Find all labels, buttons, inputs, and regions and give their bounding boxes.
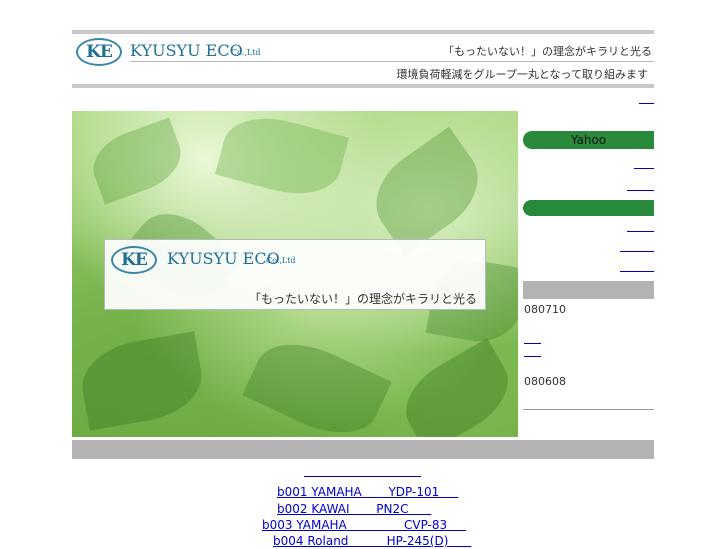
leaf-shape (75, 331, 209, 431)
product-list-header-link[interactable] (304, 476, 421, 477)
product-gap[interactable] (448, 534, 471, 548)
product-maker[interactable]: YAMAHA (311, 485, 361, 499)
news-link-1[interactable] (524, 343, 541, 344)
news-date-1: 080710 (524, 303, 566, 316)
product-link-row[interactable]: b002 KAWAI PN2C (277, 498, 441, 516)
header-bottom-rule (72, 84, 654, 88)
hero-company-suffix: Co.,Ltd (266, 256, 296, 265)
news-link-2[interactable] (524, 356, 541, 357)
product-model[interactable]: YDP-101 (388, 485, 439, 499)
hero-logo-mark-text: KE (121, 250, 148, 270)
company-name: KYUSYU ECO (130, 41, 243, 60)
header-top-rule (72, 30, 654, 34)
yahoo-link-button[interactable]: Yahoo (523, 131, 654, 149)
leaf-shape (242, 327, 392, 437)
news-header-bar (523, 281, 654, 299)
header-tagline-1: 「もったいない！」の理念がキラリと光る (443, 45, 652, 58)
logo-mark-text: KE (86, 42, 113, 62)
product-gap[interactable] (362, 485, 389, 499)
header-brand-underline (130, 61, 654, 62)
sidebar-link-5[interactable] (620, 271, 654, 272)
sidebar-link-3[interactable] (627, 231, 654, 232)
product-section-bar (72, 440, 654, 459)
leaf-shape (84, 117, 190, 205)
company-logo-mark: KE (76, 38, 122, 66)
leaf-shape (391, 338, 518, 437)
product-gap[interactable] (348, 534, 386, 548)
sidebar-link-2[interactable] (627, 190, 654, 191)
sidebar-link-1[interactable] (634, 168, 654, 169)
product-gap[interactable] (439, 485, 458, 499)
top-right-link[interactable] (639, 103, 654, 104)
news-date-2: 080608 (524, 375, 566, 388)
sidebar-link-4[interactable] (620, 251, 654, 252)
product-code[interactable]: b001 (277, 485, 308, 499)
product-link-row[interactable]: b004 Roland HP-245(D) (273, 530, 461, 548)
news-bottom-rule (523, 409, 654, 410)
product-link-row[interactable]: b001 YAMAHA YDP-101 (277, 481, 453, 499)
hero-logo-mark: KE (111, 246, 157, 274)
product-code[interactable]: b004 (273, 534, 304, 548)
product-model[interactable]: HP-245(D) (387, 534, 449, 548)
product-link-row[interactable]: b003 YAMAHA CVP-83 (262, 514, 464, 532)
hero-brand-card: KE KYUSYU ECO Co.,Ltd 「もったいない！」の理念がキラリと光… (104, 239, 486, 310)
hero-tagline: 「もったいない！」の理念がキラリと光る (248, 292, 477, 306)
product-maker[interactable]: Roland (307, 534, 348, 548)
company-name-text: KYUSYU ECO (130, 41, 243, 60)
leaf-shape (359, 126, 495, 256)
leaf-shape (214, 111, 350, 206)
yahoo-link-label: Yahoo (570, 133, 607, 147)
hero-company-name: KYUSYU ECO (167, 249, 280, 268)
company-suffix: Co.,Ltd (231, 48, 261, 57)
header-tagline-2: 環境負荷軽減をグループ一丸となって取り組みます (396, 68, 648, 81)
sidebar-section-button[interactable] (523, 200, 654, 216)
